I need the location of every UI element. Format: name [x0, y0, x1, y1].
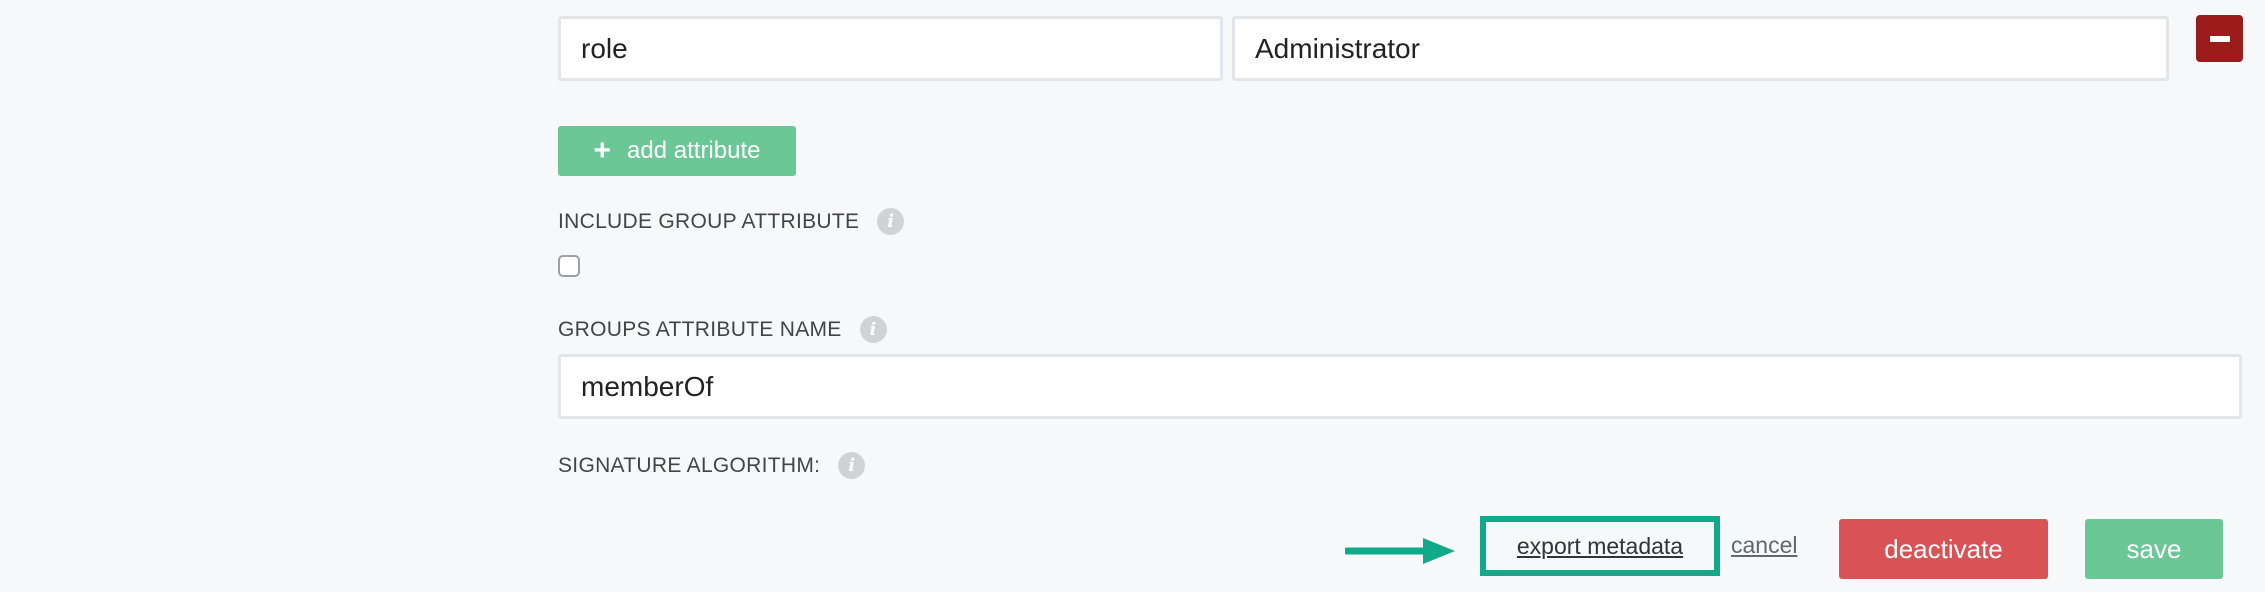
export-metadata-link[interactable]: export metadata [1517, 533, 1683, 560]
saml-settings-page: role Administrator + add attribute INCLU… [0, 0, 2265, 592]
attribute-name-input[interactable]: role [558, 16, 1223, 81]
add-attribute-label: add attribute [627, 137, 761, 164]
include-group-attribute-checkbox[interactable] [558, 255, 580, 277]
include-group-attribute-label: INCLUDE GROUP ATTRIBUTE i [558, 208, 905, 235]
groups-attribute-name-input[interactable]: memberOf [558, 354, 2242, 419]
groups-attribute-name-text: GROUPS ATTRIBUTE NAME [558, 317, 842, 341]
info-icon[interactable]: i [838, 452, 866, 479]
remove-attribute-button[interactable] [2196, 15, 2243, 62]
info-icon[interactable]: i [877, 208, 905, 235]
export-metadata-highlight: export metadata [1480, 516, 1720, 576]
plus-icon: + [593, 134, 612, 167]
deactivate-button[interactable]: deactivate [1839, 519, 2048, 579]
signature-algorithm-label: SIGNATURE ALGORITHM: i [558, 452, 866, 479]
info-icon[interactable]: i [859, 316, 887, 343]
groups-attribute-name-label: GROUPS ATTRIBUTE NAME i [558, 316, 887, 343]
minus-icon [2209, 35, 2230, 42]
add-attribute-button[interactable]: + add attribute [558, 126, 796, 176]
include-group-attribute-text: INCLUDE GROUP ATTRIBUTE [558, 209, 860, 233]
arrow-right-icon [1345, 538, 1455, 564]
signature-algorithm-text: SIGNATURE ALGORITHM: [558, 453, 821, 477]
attribute-value-input[interactable]: Administrator [1232, 16, 2169, 81]
cancel-link[interactable]: cancel [1731, 532, 1797, 559]
save-button[interactable]: save [2085, 519, 2223, 579]
